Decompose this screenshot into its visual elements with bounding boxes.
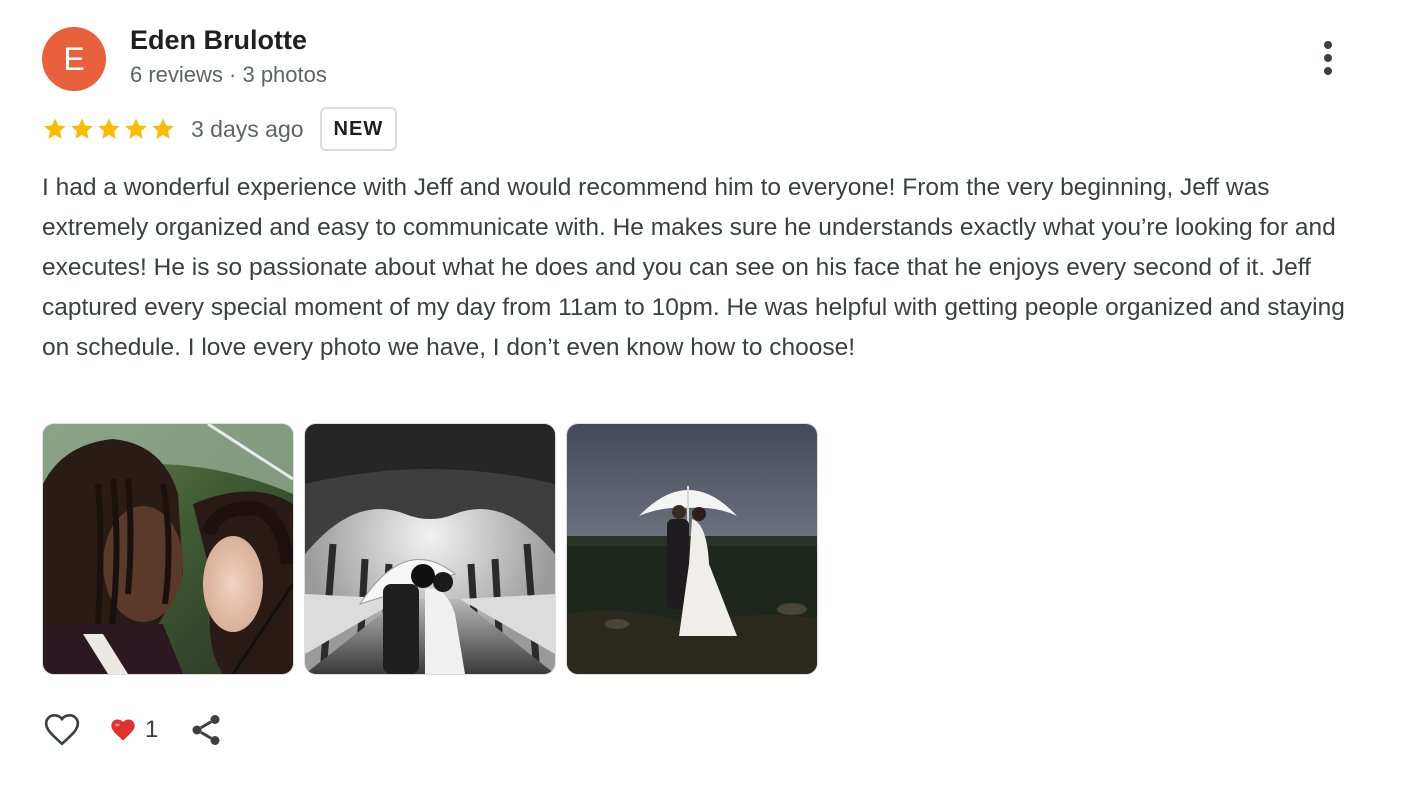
avatar[interactable]: E	[42, 27, 106, 91]
rating-row: 3 days ago NEW	[42, 107, 398, 151]
review-date: 3 days ago	[191, 115, 304, 142]
star-icon	[125, 118, 147, 139]
reaction-summary[interactable]: 1	[109, 716, 158, 744]
new-badge: NEW	[319, 107, 398, 151]
avatar-initial: E	[63, 40, 85, 77]
couple-closeup-photo	[43, 424, 293, 674]
review-photo-2[interactable]	[304, 423, 556, 675]
star-icon	[44, 118, 66, 139]
couple-umbrella-dusk-photo	[567, 424, 817, 674]
photo-strip	[42, 423, 818, 675]
reviewer-meta: 6 reviews · 3 photos	[130, 62, 327, 87]
review-card: E Eden Brulotte 6 reviews · 3 photos 3 d…	[0, 0, 1414, 788]
action-bar: 1	[42, 708, 224, 752]
star-rating	[42, 116, 176, 142]
red-heart-icon	[111, 719, 135, 741]
star-icon	[98, 118, 120, 139]
review-text: I had a wonderful experience with Jeff a…	[42, 174, 1345, 361]
more-vert-icon-dot	[1324, 67, 1332, 75]
more-options-button[interactable]	[1306, 36, 1350, 80]
review-photo-1[interactable]	[42, 423, 294, 675]
more-vert-icon	[1324, 41, 1332, 49]
heart-outline-icon[interactable]	[42, 710, 82, 750]
review-photo-3[interactable]	[566, 423, 818, 675]
star-icon	[152, 118, 174, 139]
tree-lane-bw-photo	[305, 424, 555, 674]
more-vert-icon-dot	[1324, 54, 1332, 62]
share-icon[interactable]	[188, 712, 224, 748]
reaction-count: 1	[145, 716, 159, 743]
reviewer-name[interactable]: Eden Brulotte	[130, 25, 307, 56]
star-icon	[71, 118, 93, 139]
